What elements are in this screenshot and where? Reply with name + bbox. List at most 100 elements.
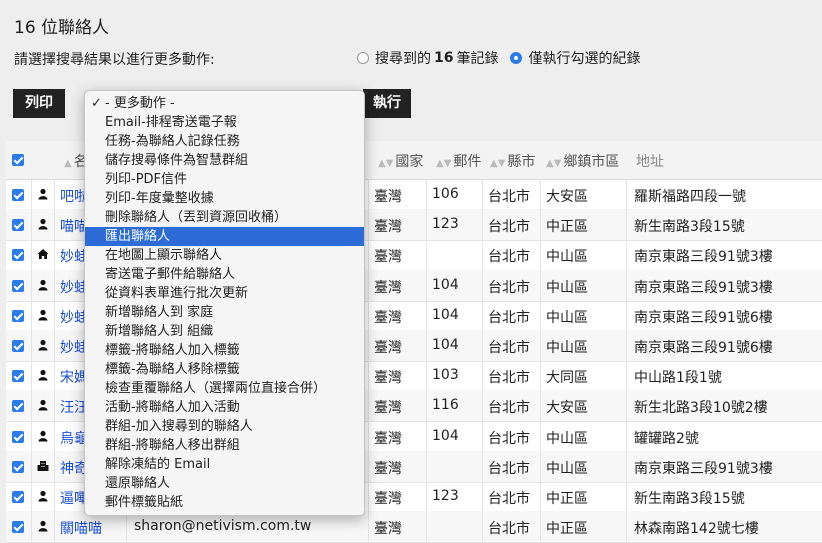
header-city-label: 縣市 xyxy=(507,154,536,170)
menu-item[interactable]: 標籤-將聯絡人加入標籤 xyxy=(85,341,364,360)
row-checkbox[interactable] xyxy=(12,309,24,322)
row-checkbox[interactable] xyxy=(12,219,24,232)
header-city[interactable]: ▲▼ 縣市 xyxy=(490,151,535,171)
header-zip[interactable]: ▲▼ 郵件 xyxy=(436,151,481,171)
menu-item[interactable]: 新增聯絡人到 家庭 xyxy=(85,303,364,322)
menu-item[interactable]: 任務-為聯絡人記錄任務 xyxy=(85,132,364,151)
page-title: 16 位聯絡人 xyxy=(14,18,110,38)
country-cell: 臺灣 xyxy=(374,189,402,205)
zip-cell: 106 xyxy=(432,186,459,202)
building-icon xyxy=(37,460,49,472)
menu-item[interactable]: 刪除聯絡人（丟到資源回收桶） xyxy=(85,208,364,227)
menu-item[interactable]: 還原聯絡人 xyxy=(85,474,364,493)
city-cell: 台北市 xyxy=(488,400,530,417)
column-divider xyxy=(426,179,427,541)
address-cell: 新生北路3段10號2樓 xyxy=(634,400,768,417)
menu-item[interactable]: 從資料表單進行批次更新 xyxy=(85,284,364,303)
menu-item[interactable]: 在地圖上顯示聯絡人 xyxy=(85,246,364,265)
print-button[interactable]: 列印 xyxy=(13,89,65,118)
radio-all-results-label-pre: 搜尋到的 xyxy=(375,51,431,67)
column-divider xyxy=(482,179,483,541)
menu-item-label: 列印-PDF信件 xyxy=(105,172,188,187)
row-checkbox[interactable] xyxy=(12,279,24,292)
district-cell: 中正區 xyxy=(546,219,588,236)
zip-cell: 104 xyxy=(432,276,459,293)
menu-item[interactable]: 檢查重覆聯絡人（選擇兩位直接合併） xyxy=(85,379,364,398)
menu-item-label: 刪除聯絡人（丟到資源回收桶） xyxy=(105,210,288,225)
row-checkbox[interactable] xyxy=(12,340,24,352)
radio-selected-only[interactable]: 僅執行勾選的紀錄 xyxy=(510,48,640,68)
more-actions-menu: ✓ - 更多動作 - Email-排程寄送電子報 任務-為聯絡人記錄任務 儲存搜尋條件為… xyxy=(84,90,365,516)
district-cell: 中山區 xyxy=(546,249,588,266)
menu-item-label: 新增聯絡人到 家庭 xyxy=(105,305,214,320)
menu-item-label: 在地圖上顯示聯絡人 xyxy=(105,248,223,263)
menu-item[interactable]: 列印-年度彙整收據 xyxy=(85,189,364,208)
address-cell: 罐罐路2號 xyxy=(634,430,699,447)
menu-item[interactable]: 群組-加入搜尋到的聯絡人 xyxy=(85,417,364,436)
row-checkbox[interactable] xyxy=(12,521,24,534)
menu-item[interactable]: 標籤-為聯絡人移除標籤 xyxy=(85,360,364,379)
row-checkbox[interactable] xyxy=(12,400,24,413)
menu-item[interactable]: 郵件標籤貼紙 xyxy=(85,493,364,512)
person-icon xyxy=(37,369,49,381)
radio-selected-only-circle[interactable] xyxy=(510,52,523,64)
zip-cell: 104 xyxy=(432,337,459,353)
country-cell: 臺灣 xyxy=(374,430,402,447)
column-divider xyxy=(626,179,627,541)
run-button[interactable]: 執行 xyxy=(363,89,411,118)
person-icon xyxy=(37,399,49,411)
menu-item-label: - 更多動作 - xyxy=(105,96,175,111)
city-cell: 台北市 xyxy=(488,279,530,296)
district-cell: 中山區 xyxy=(546,279,588,296)
row-checkbox[interactable] xyxy=(12,460,24,473)
row-checkbox[interactable] xyxy=(12,370,24,383)
menu-item-label: 儲存搜尋條件為智慧群組 xyxy=(105,153,249,168)
sort-icon: ▲ xyxy=(64,158,72,169)
menu-item[interactable]: Email-排程寄送電子報 xyxy=(85,113,364,132)
person-icon xyxy=(37,520,49,532)
header-country-label: 國家 xyxy=(395,154,424,170)
menu-item[interactable]: 匯出聯絡人 xyxy=(85,227,364,246)
contact-name-link[interactable]: 關喵喵 xyxy=(60,518,102,538)
menu-item[interactable]: 寄送電子郵件給聯絡人 xyxy=(85,265,364,284)
city-cell: 台北市 xyxy=(488,521,530,538)
row-checkbox[interactable] xyxy=(12,249,24,262)
city-cell: 台北市 xyxy=(488,309,530,326)
district-cell: 中山區 xyxy=(546,460,588,477)
menu-item-placeholder[interactable]: ✓ - 更多動作 - xyxy=(85,94,364,113)
menu-item[interactable]: 群組-將聯絡人移出群組 xyxy=(85,436,364,455)
menu-item[interactable]: 列印-PDF信件 xyxy=(85,170,364,189)
address-cell: 新生南路3段15號 xyxy=(634,491,745,507)
header-zip-label: 郵件 xyxy=(453,154,482,170)
menu-item[interactable]: 新增聯絡人到 組織 xyxy=(85,322,364,341)
column-divider xyxy=(54,179,55,541)
record-scope-radios: 搜尋到的 16 筆記錄 僅執行勾選的紀錄 xyxy=(357,48,652,68)
radio-all-results[interactable]: 搜尋到的 16 筆記錄 xyxy=(357,48,498,68)
checkmark-icon: ✓ xyxy=(91,96,102,111)
menu-item[interactable]: 儲存搜尋條件為智慧群組 xyxy=(85,151,364,170)
address-cell: 中山路1段1號 xyxy=(634,370,722,387)
row-checkbox[interactable] xyxy=(12,189,24,201)
header-district[interactable]: ▲▼ 鄉鎮市區 xyxy=(546,151,619,171)
row-checkbox[interactable] xyxy=(12,491,24,503)
country-cell: 臺灣 xyxy=(374,249,402,266)
select-all-checkbox[interactable] xyxy=(12,154,24,166)
district-cell: 大同區 xyxy=(546,370,588,387)
header-country[interactable]: ▲▼ 國家 xyxy=(378,151,423,171)
menu-item-label: 標籤-將聯絡人加入標籤 xyxy=(105,343,240,358)
zip-cell: 116 xyxy=(432,397,459,414)
menu-item[interactable]: 活動-將聯絡人加入活動 xyxy=(85,398,364,417)
country-cell: 臺灣 xyxy=(374,491,402,507)
person-icon xyxy=(37,490,49,502)
radio-all-results-label-post: 筆記錄 xyxy=(456,51,499,67)
city-cell: 台北市 xyxy=(488,219,530,236)
menu-item[interactable]: 解除凍結的 Email xyxy=(85,455,364,474)
country-cell: 臺灣 xyxy=(374,400,402,417)
header-address: 地址 xyxy=(636,154,664,170)
row-checkbox[interactable] xyxy=(12,430,24,443)
zip-cell: 104 xyxy=(432,427,459,444)
city-cell: 台北市 xyxy=(488,370,530,387)
person-icon xyxy=(37,279,49,291)
country-cell: 臺灣 xyxy=(374,309,402,326)
radio-all-results-circle[interactable] xyxy=(357,52,369,64)
